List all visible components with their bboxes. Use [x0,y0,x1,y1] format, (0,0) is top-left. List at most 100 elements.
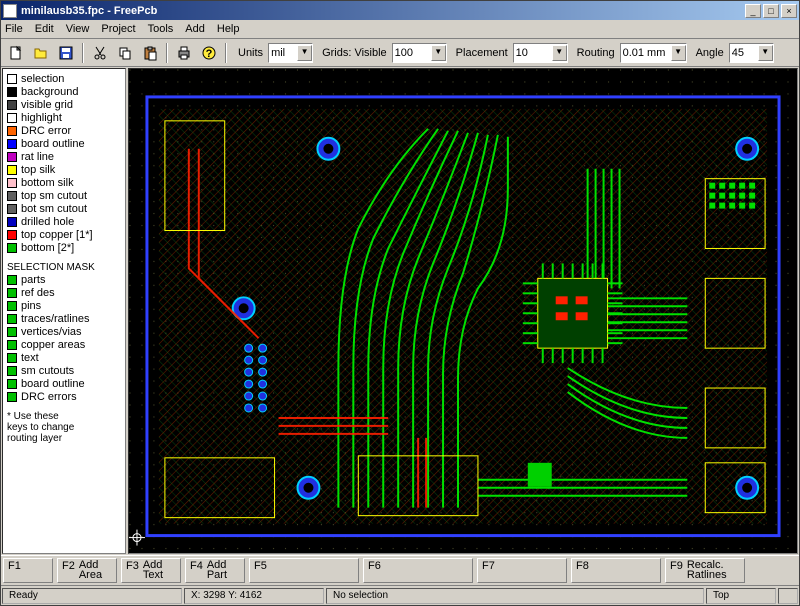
mask-item[interactable]: pins [7,299,121,312]
fnkey-f6[interactable]: F6 [363,558,473,583]
status-extra [778,588,798,604]
fnkey-f9[interactable]: F9 Recalc. Ratlines [665,558,745,583]
units-input[interactable] [269,45,297,61]
mask-item[interactable]: parts [7,273,121,286]
angle-input[interactable] [730,45,758,61]
menu-add[interactable]: Add [185,23,205,35]
legend-item[interactable]: DRC error [7,124,121,137]
maximize-button[interactable]: □ [763,4,779,18]
visible-grid-input[interactable] [393,45,431,61]
save-button[interactable] [55,42,77,64]
copy-button[interactable] [114,42,136,64]
mask-item[interactable]: copper areas [7,338,121,351]
legend-item[interactable]: rat line [7,150,121,163]
color-swatch [7,288,17,298]
angle-combo[interactable]: ▼ [729,43,774,63]
legend-label: background [21,86,79,98]
app-icon [3,4,17,18]
legend-item[interactable]: top silk [7,163,121,176]
fnkey-f5[interactable]: F5 [249,558,359,583]
fnkey-f4[interactable]: F4 Add Part [185,558,245,583]
mask-item[interactable]: ref des [7,286,121,299]
close-button[interactable]: × [781,4,797,18]
mask-label: sm cutouts [21,365,74,377]
legend-item[interactable]: bottom [2*] [7,241,121,254]
color-swatch [7,87,17,97]
legend-label: rat line [21,151,54,163]
print-button[interactable] [173,42,195,64]
color-swatch [7,204,17,214]
toolbar-separator [166,43,168,63]
routing-grid-input[interactable] [621,45,671,61]
legend-item[interactable]: board outline [7,137,121,150]
fnkey-key: F9 [670,560,683,572]
mask-item[interactable]: traces/ratlines [7,312,121,325]
paste-button[interactable] [139,42,161,64]
placement-label: Placement [456,47,508,59]
fnkey-f8[interactable]: F8 [571,558,661,583]
menu-view[interactable]: View [66,23,90,35]
mask-item[interactable]: vertices/vias [7,325,121,338]
menu-edit[interactable]: Edit [35,23,54,35]
visible-grid-combo[interactable]: ▼ [392,43,447,63]
fnkey-key: F5 [254,560,267,572]
chevron-down-icon[interactable]: ▼ [297,45,312,61]
chevron-down-icon[interactable]: ▼ [758,45,773,61]
legend-item[interactable]: visible grid [7,98,121,111]
fnkey-key: F6 [368,560,381,572]
color-swatch [7,126,17,136]
menu-file[interactable]: File [5,23,23,35]
placement-grid-input[interactable] [514,45,552,61]
mask-label: DRC errors [21,391,77,403]
units-combo[interactable]: ▼ [268,43,313,63]
menu-project[interactable]: Project [101,23,135,35]
menu-help[interactable]: Help [217,23,240,35]
mask-item[interactable]: sm cutouts [7,364,121,377]
legend-item[interactable]: highlight [7,111,121,124]
fnkey-key: F7 [482,560,495,572]
menubar: File Edit View Project Tools Add Help [1,20,799,39]
new-button[interactable] [5,42,27,64]
fnkey-f3[interactable]: F3Add Text [121,558,181,583]
open-button[interactable] [30,42,52,64]
help-button[interactable]: ? [198,42,220,64]
selection-mask-title: SELECTION MASK [7,262,121,273]
fnkey-key: F4 [190,560,203,572]
legend-item[interactable]: top copper [1*] [7,228,121,241]
statusbar: Ready X: 3298 Y: 4162 No selection Top [1,585,799,605]
fnkey-f7[interactable]: F7 [477,558,567,583]
chevron-down-icon[interactable]: ▼ [552,45,567,61]
chevron-down-icon[interactable]: ▼ [431,45,446,61]
legend-item[interactable]: top sm cutout [7,189,121,202]
color-swatch [7,301,17,311]
ic-qfp [523,263,623,363]
mask-item[interactable]: DRC errors [7,390,121,403]
mask-item[interactable]: board outline [7,377,121,390]
legend-item[interactable]: bottom silk [7,176,121,189]
pcb-design-view[interactable] [129,69,797,554]
color-swatch [7,165,17,175]
menu-tools[interactable]: Tools [148,23,174,35]
fnkey-label: Recalc. Ratlines [687,560,727,580]
fnkey-f2[interactable]: F2Add Area [57,558,117,583]
titlebar: minilausb35.fpc - FreePcb _ □ × [1,1,799,20]
routing-grid-combo[interactable]: ▼ [620,43,687,63]
legend-item[interactable]: drilled hole [7,215,121,228]
placement-grid-combo[interactable]: ▼ [513,43,568,63]
app-window: minilausb35.fpc - FreePcb _ □ × File Edi… [0,0,800,606]
minimize-button[interactable]: _ [745,4,761,18]
color-swatch [7,243,17,253]
legend-item[interactable]: bot sm cutout [7,202,121,215]
chevron-down-icon[interactable]: ▼ [671,45,686,61]
mask-item[interactable]: text [7,351,121,364]
color-swatch [7,191,17,201]
pcb-canvas[interactable] [128,68,798,554]
cut-button[interactable] [89,42,111,64]
legend-item[interactable]: selection [7,72,121,85]
fnkey-key: F8 [576,560,589,572]
fnkey-label: Add Text [143,560,163,580]
fnkey-f1[interactable]: F1 [3,558,53,583]
toolbar-separator [82,43,84,63]
legend-item[interactable]: background [7,85,121,98]
fnkey-label: Add Part [207,560,227,580]
